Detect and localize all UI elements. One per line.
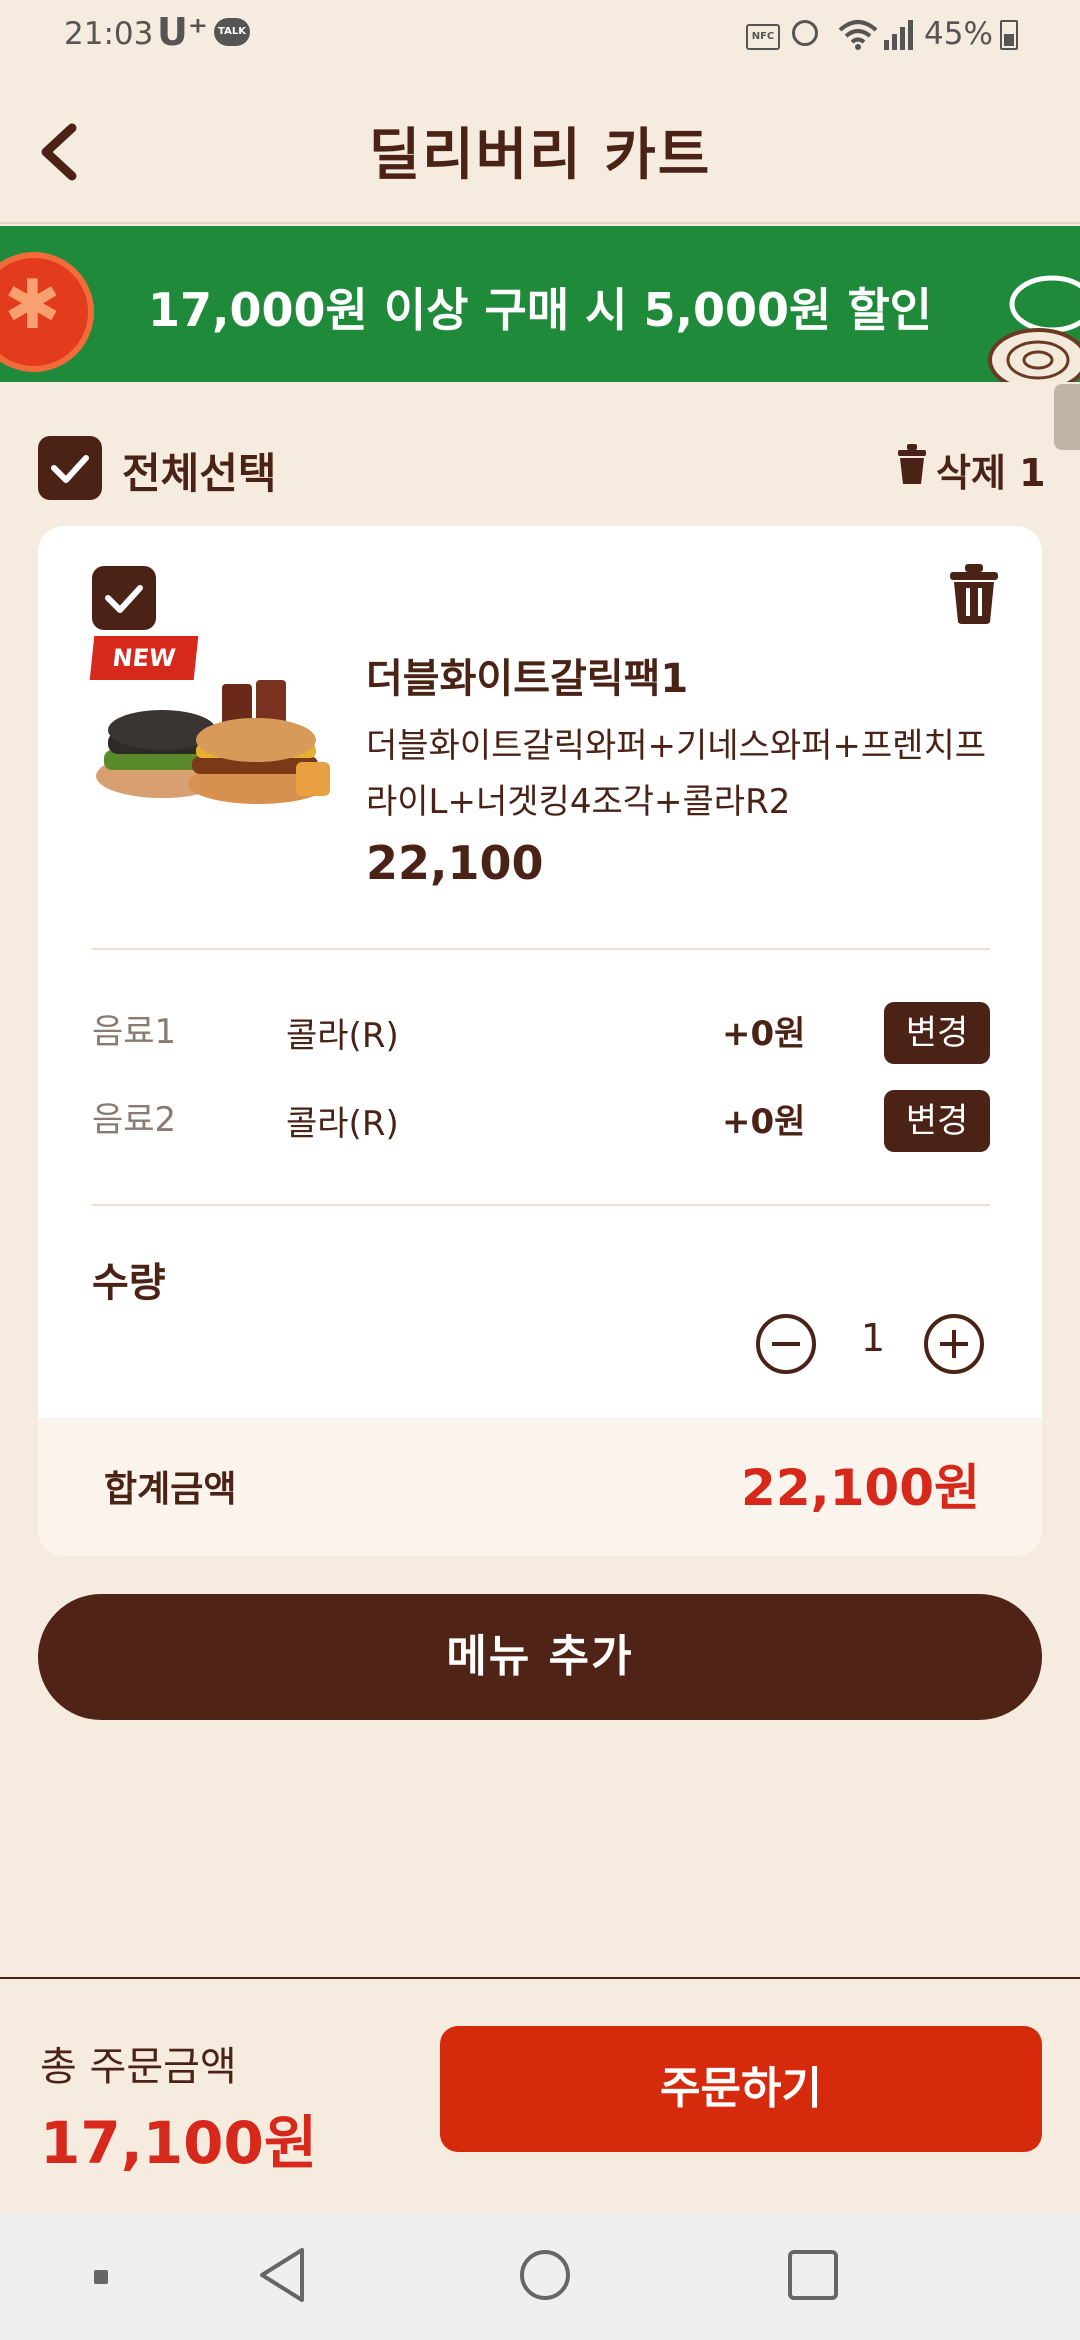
total-label: 총 주문금액	[40, 2044, 237, 2090]
status-time: 21:03	[64, 16, 154, 52]
promo-text: 17,000원 이상 구매 시 5,000원 할인	[148, 283, 932, 337]
trash-icon[interactable]	[894, 440, 930, 488]
product-name: 더블화이트갈릭팩1	[366, 656, 689, 702]
delete-item-button[interactable]	[946, 562, 1002, 626]
check-icon	[105, 585, 143, 613]
check-icon	[51, 455, 89, 483]
quantity-value: 1	[860, 1316, 886, 1360]
option-value: 콜라(R)	[286, 1104, 399, 1144]
subtotal-value: 22,100원	[741, 1459, 980, 1517]
header-divider	[0, 222, 1080, 224]
select-all-checkbox[interactable]	[38, 436, 102, 500]
select-all-label[interactable]: 전체선택	[122, 440, 277, 501]
nav-back-icon[interactable]	[256, 2246, 308, 2304]
battery-icon	[1000, 20, 1018, 50]
alarm-icon	[792, 20, 818, 46]
signal-icon	[884, 20, 913, 50]
product-description: 더블화이트갈릭와퍼+기네스와퍼+프렌치프라이L+너겟킹4조각+콜라R2	[366, 726, 987, 822]
change-option-button[interactable]: 변경	[884, 1090, 990, 1152]
product-price: 22,100	[366, 836, 544, 890]
onion-icon	[988, 275, 1080, 382]
change-option-button[interactable]: 변경	[884, 1002, 990, 1064]
option-price: +0원	[722, 1014, 806, 1054]
order-bar-divider	[0, 1977, 1080, 1979]
nav-home-icon[interactable]	[520, 2250, 570, 2300]
option-value: 콜라(R)	[286, 1016, 399, 1056]
product-image	[96, 680, 330, 804]
item-checkbox[interactable]	[92, 566, 156, 630]
nfc-icon: NFC	[746, 24, 780, 50]
battery-percent: 45%	[924, 16, 993, 52]
option-label: 음료2	[92, 1100, 177, 1140]
divider	[92, 948, 990, 950]
divider	[92, 1204, 990, 1206]
status-bar: 21:03 U⁺ TALK NFC 45%	[0, 0, 1080, 76]
promo-banner[interactable]: 17,000원 이상 구매 시 5,000원 할인	[0, 226, 1080, 382]
option-label: 음료1	[92, 1012, 177, 1052]
wifi-icon	[838, 20, 878, 50]
total-value: 17,100원	[40, 2109, 318, 2177]
delete-selected-button[interactable]: 삭제 1	[936, 442, 1046, 497]
option-price: +0원	[722, 1102, 806, 1142]
decrement-button[interactable]	[754, 1312, 818, 1376]
scrollbar-thumb[interactable]	[1054, 384, 1080, 450]
page-title: 딜리버리 카트	[368, 123, 712, 188]
quantity-label: 수량	[92, 1260, 166, 1306]
nav-recent-apps-icon[interactable]	[788, 2250, 838, 2300]
carrier-label: U⁺	[157, 10, 208, 54]
subtotal-label: 합계금액	[104, 1469, 237, 1510]
talk-icon: TALK	[214, 18, 250, 46]
increment-button[interactable]	[922, 1312, 986, 1376]
nav-indicator-icon	[94, 2270, 108, 2284]
order-button[interactable]: 주문하기	[440, 2026, 1042, 2152]
add-menu-button[interactable]: 메뉴 추가	[38, 1594, 1042, 1720]
